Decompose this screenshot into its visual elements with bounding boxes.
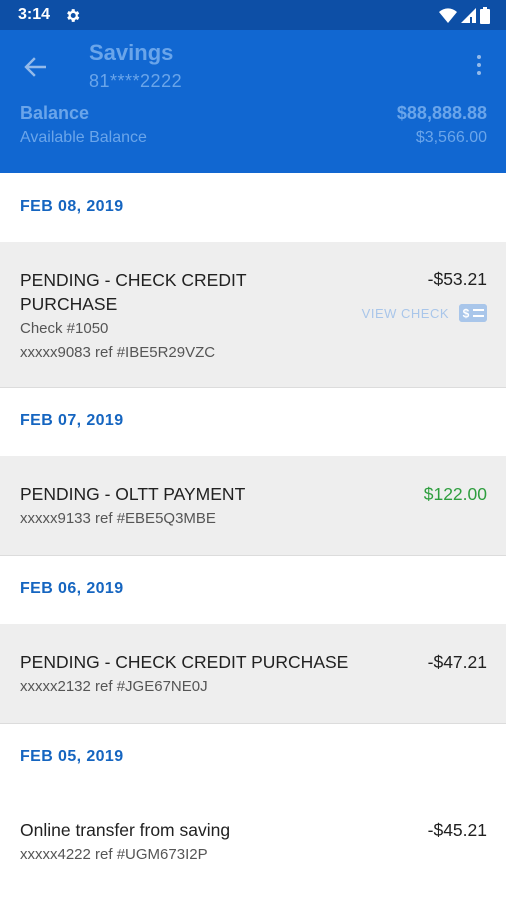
- back-button[interactable]: [20, 52, 50, 82]
- transaction-description: PENDING - CHECK CREDIT PURCHASE: [20, 652, 349, 672]
- transaction-reference: xxxxx4222 ref #UGM673I2P: [20, 846, 208, 863]
- transaction-amount: $122.00: [423, 484, 487, 504]
- available-balance-label: Available Balance: [20, 129, 147, 146]
- balance-label: Balance: [20, 103, 90, 123]
- transaction-description: PENDING - CHECK CREDIT PURCHASE: [20, 270, 247, 314]
- settings-gear-icon: [67, 9, 80, 22]
- check-number: Check #1050: [20, 320, 109, 337]
- account-number: 81****2222: [89, 71, 183, 91]
- date-header: FEB 07, 2019: [0, 388, 506, 456]
- status-bar: 3:14: [0, 0, 506, 30]
- battery-icon: [480, 7, 490, 24]
- date-header: FEB 06, 2019: [0, 556, 506, 624]
- transaction-reference: xxxxx2132 ref #JGE67NE0J: [20, 678, 208, 695]
- available-balance-value: $3,566.00: [415, 129, 487, 146]
- transaction-row[interactable]: PENDING - CHECK CREDIT PURCHASE xxxxx213…: [0, 624, 506, 724]
- transaction-amount: -$53.21: [427, 269, 487, 289]
- wifi-icon: [439, 8, 457, 23]
- transaction-reference: xxxxx9133 ref #EBE5Q3MBE: [20, 510, 216, 527]
- transaction-row[interactable]: Online transfer from saving xxxxx4222 re…: [0, 792, 506, 892]
- check-image-icon: $: [459, 304, 487, 322]
- transaction-amount: -$47.21: [427, 652, 487, 672]
- transaction-reference: xxxxx9083 ref #IBE5R29VZC: [20, 344, 216, 361]
- page-title: Savings: [89, 40, 174, 65]
- balance-value: $88,888.88: [396, 103, 487, 123]
- transaction-amount: -$45.21: [427, 820, 487, 840]
- transaction-row[interactable]: PENDING - OLTT PAYMENT xxxxx9133 ref #EB…: [0, 456, 506, 556]
- view-check-label: VIEW CHECK: [361, 305, 449, 321]
- date-header: FEB 05, 2019: [0, 724, 506, 792]
- view-check-button[interactable]: VIEW CHECK $: [362, 304, 487, 322]
- date-header: FEB 08, 2019: [0, 173, 506, 242]
- back-arrow-icon: [24, 57, 46, 77]
- cell-signal-icon: [461, 8, 476, 23]
- svg-text:$: $: [463, 307, 470, 321]
- status-icons: [439, 7, 490, 24]
- account-header: Savings 81****2222 Balance $88,888.88 Av…: [0, 30, 506, 173]
- overflow-menu-button[interactable]: [468, 50, 490, 80]
- transaction-description: Online transfer from saving: [20, 820, 231, 840]
- transaction-row[interactable]: PENDING - CHECK CREDIT PURCHASE Check #1…: [0, 242, 506, 388]
- status-time: 3:14: [18, 6, 51, 23]
- transaction-description: PENDING - OLTT PAYMENT: [20, 484, 246, 504]
- transaction-list: FEB 08, 2019 PENDING - CHECK CREDIT PURC…: [0, 173, 506, 892]
- more-vert-icon: [477, 55, 481, 59]
